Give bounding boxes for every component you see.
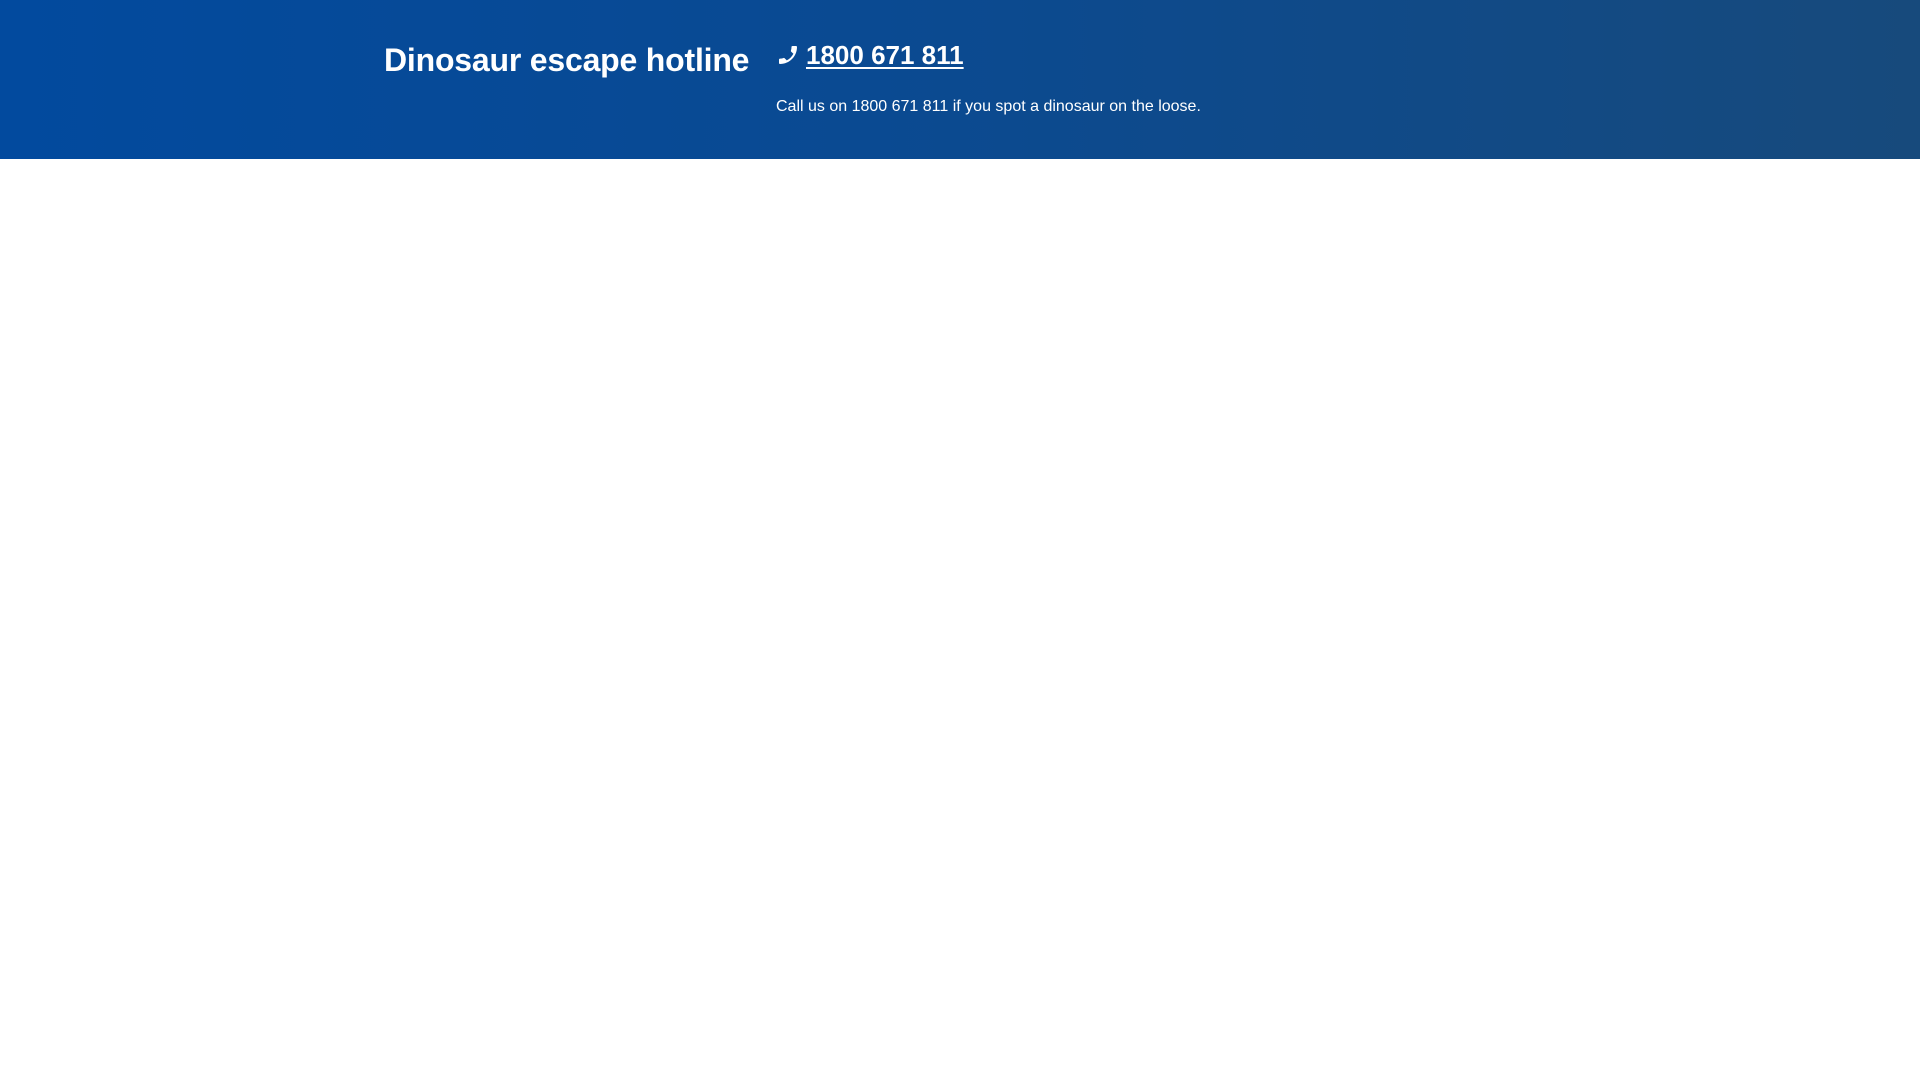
hotline-phone-number: 1800 671 811 — [806, 40, 964, 70]
phone-icon — [776, 43, 800, 67]
hotline-phone-link[interactable]: 1800 671 811 — [776, 36, 964, 74]
page-body — [0, 159, 1920, 1080]
banner-description: Call us on 1800 671 811 if you spot a di… — [776, 98, 1201, 115]
hotline-banner: Dinosaur escape hotline 1800 671 811 Cal… — [0, 0, 1920, 159]
banner-title: Dinosaur escape hotline — [384, 42, 750, 78]
